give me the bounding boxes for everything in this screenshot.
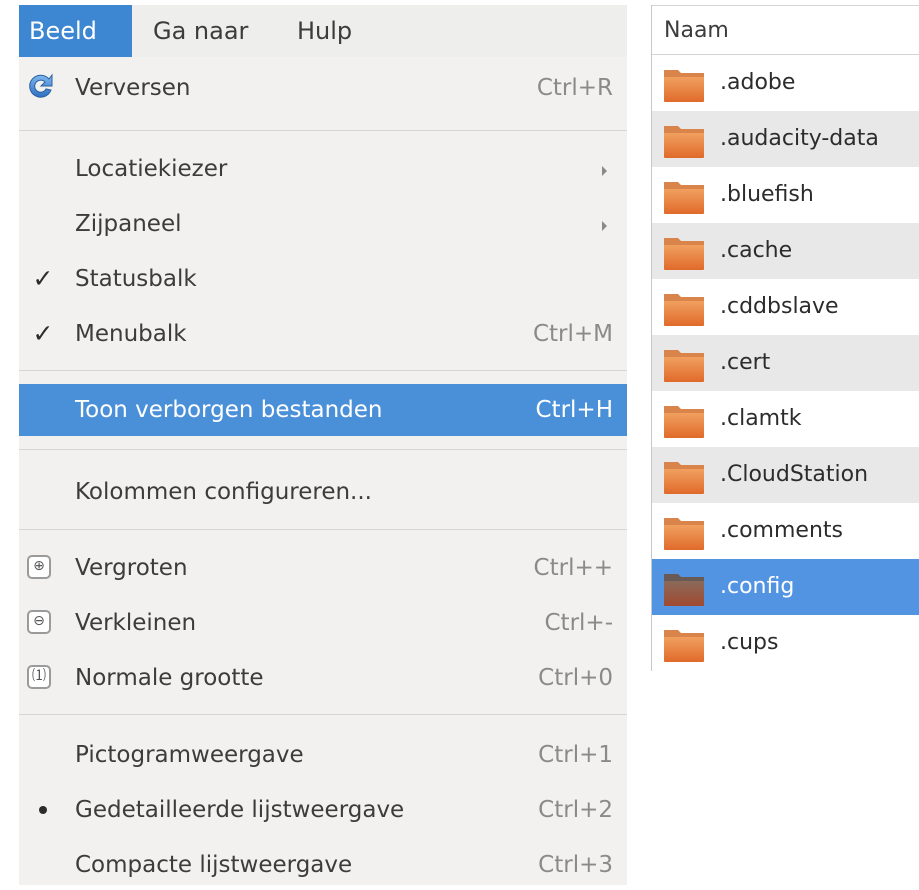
folder-icon xyxy=(662,288,706,328)
menu-item-locatiekiezer[interactable]: Locatiekiezer xyxy=(19,144,627,194)
submenu-arrow-icon xyxy=(602,166,607,176)
folder-icon xyxy=(662,120,706,160)
file-row[interactable]: .cddbslave xyxy=(652,279,919,335)
menu-item-toon-verborgen-bestanden[interactable]: Toon verborgen bestanden Ctrl+H xyxy=(19,384,627,436)
menu-item-pictogramweergave[interactable]: Pictogramweergave Ctrl+1 xyxy=(19,730,627,780)
menu-panel: Beeld Ga naar Hulp Verversen Ctrl+R Loca… xyxy=(19,5,627,885)
menu-separator xyxy=(19,449,627,450)
menu-item-label: Menubalk xyxy=(75,321,187,347)
folder-icon xyxy=(662,456,706,496)
checkmark-icon: ✓ xyxy=(32,264,54,293)
menu-item-accelerator: Ctrl+M xyxy=(532,321,613,347)
file-row[interactable]: .comments xyxy=(652,503,919,559)
checkmark-icon: ✓ xyxy=(32,319,54,348)
file-row[interactable]: .clamtk xyxy=(652,391,919,447)
menu-item-label: Verkleinen xyxy=(75,610,197,636)
file-row[interactable]: .bluefish xyxy=(652,167,919,223)
menu-item-compacte-lijstweergave[interactable]: Compacte lijstweergave Ctrl+3 xyxy=(19,840,627,890)
folder-icon xyxy=(662,512,706,552)
menu-item-label: Toon verborgen bestanden xyxy=(75,397,383,423)
file-row[interactable]: .config xyxy=(652,559,919,615)
file-name: .clamtk xyxy=(720,406,802,431)
file-row[interactable]: .cache xyxy=(652,223,919,279)
menu-item-vergroten[interactable]: ⊕ Vergroten Ctrl++ xyxy=(19,543,627,593)
submenu-arrow-icon xyxy=(602,221,607,231)
menu-item-menubalk[interactable]: ✓ Menubalk Ctrl+M xyxy=(19,309,627,359)
file-name: .config xyxy=(720,574,795,599)
menu-item-accelerator: Ctrl+0 xyxy=(538,665,613,691)
menubar-item-label: Ga naar xyxy=(153,17,249,45)
menubar-item-label: Hulp xyxy=(297,17,353,45)
folder-icon xyxy=(662,568,706,608)
file-name: .comments xyxy=(720,518,843,543)
folder-icon xyxy=(662,400,706,440)
file-row[interactable]: .cert xyxy=(652,335,919,391)
zoom-original-icon: ⑴ xyxy=(25,653,65,703)
menu-item-label: Normale grootte xyxy=(75,665,264,691)
zoom-in-icon: ⊕ xyxy=(25,543,65,593)
menu-item-accelerator: Ctrl+3 xyxy=(538,852,613,878)
menu-item-label: Compacte lijstweergave xyxy=(75,852,353,878)
column-header-label: Naam xyxy=(664,18,729,43)
menu-separator xyxy=(19,370,627,371)
menu-item-label: Pictogramweergave xyxy=(75,742,304,768)
file-list: Naam .adobe .audacity-data .bluefish .cache… xyxy=(651,5,919,671)
menubar-item-hulp[interactable]: Hulp xyxy=(287,5,362,57)
menu-item-label: Locatiekiezer xyxy=(75,156,228,182)
file-name: .cddbslave xyxy=(720,294,839,319)
radio-bullet-icon xyxy=(25,785,65,835)
file-name: .adobe xyxy=(720,70,796,95)
menu-item-verkleinen[interactable]: ⊖ Verkleinen Ctrl+- xyxy=(19,598,627,648)
menu-item-statusbalk[interactable]: ✓ Statusbalk xyxy=(19,254,627,304)
file-name: .audacity-data xyxy=(720,126,879,151)
file-row[interactable]: .adobe xyxy=(652,55,919,111)
file-name: .cups xyxy=(720,630,779,655)
folder-icon xyxy=(662,176,706,216)
column-header-naam[interactable]: Naam xyxy=(652,5,919,55)
menubar-item-beeld[interactable]: Beeld xyxy=(19,5,132,57)
menu-item-accelerator: Ctrl++ xyxy=(533,555,613,581)
menu-item-accelerator: Ctrl+2 xyxy=(538,797,613,823)
menu-item-gedetailleerde-lijstweergave[interactable]: Gedetailleerde lijstweergave Ctrl+2 xyxy=(19,785,627,835)
menu-item-label: Gedetailleerde lijstweergave xyxy=(75,797,405,823)
zoom-out-icon: ⊖ xyxy=(25,598,65,648)
menu-item-accelerator: Ctrl+H xyxy=(535,397,614,423)
menu-item-zijpaneel[interactable]: Zijpaneel xyxy=(19,199,627,249)
folder-icon xyxy=(662,344,706,384)
menubar-item-ga-naar[interactable]: Ga naar xyxy=(143,5,258,57)
menu-item-label: Vergroten xyxy=(75,555,188,581)
file-name: .cert xyxy=(720,350,771,375)
menubar: Beeld Ga naar Hulp xyxy=(19,5,627,57)
menu-item-label: Statusbalk xyxy=(75,266,197,292)
file-row[interactable]: .audacity-data xyxy=(652,111,919,167)
file-name: .CloudStation xyxy=(720,462,869,487)
folder-icon xyxy=(662,232,706,272)
menu-item-label: Zijpaneel xyxy=(75,211,182,237)
menu-item-verversen[interactable]: Verversen Ctrl+R xyxy=(19,63,627,113)
menu-separator xyxy=(19,130,627,131)
file-name: .bluefish xyxy=(720,182,814,207)
menu-item-normale-grootte[interactable]: ⑴ Normale grootte Ctrl+0 xyxy=(19,653,627,703)
menu-item-label: Kolommen configureren... xyxy=(75,479,372,505)
menu-separator xyxy=(19,714,627,715)
menu-item-accelerator: Ctrl+1 xyxy=(538,742,613,768)
file-row[interactable]: .cups xyxy=(652,615,919,671)
file-name: .cache xyxy=(720,238,793,263)
folder-icon xyxy=(662,64,706,104)
menu-item-kolommen-configureren[interactable]: Kolommen configureren... xyxy=(19,467,627,517)
refresh-icon xyxy=(25,63,65,113)
menu-item-label: Verversen xyxy=(75,75,191,101)
menu-item-accelerator: Ctrl+- xyxy=(544,610,614,636)
folder-icon xyxy=(662,624,706,664)
menubar-item-label: Beeld xyxy=(29,17,97,45)
menu-separator xyxy=(19,529,627,530)
menu-item-accelerator: Ctrl+R xyxy=(536,75,613,101)
file-row[interactable]: .CloudStation xyxy=(652,447,919,503)
